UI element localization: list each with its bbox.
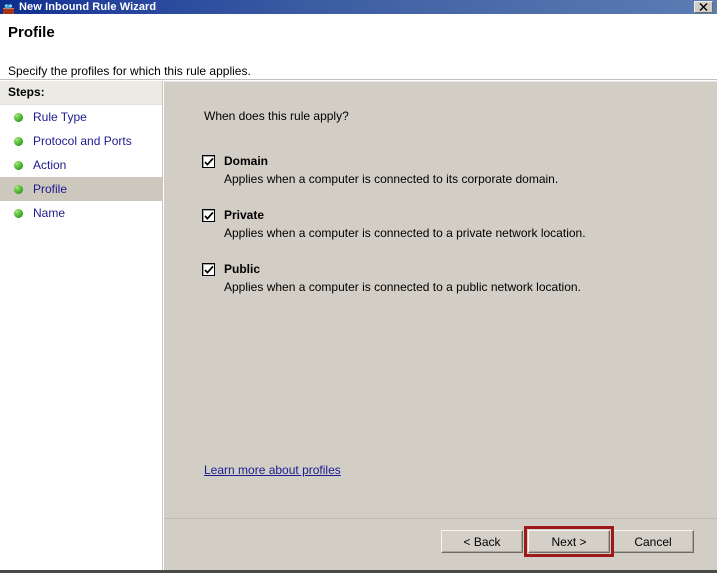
- new-inbound-rule-wizard-window: New Inbound Rule Wizard Profile Specify …: [0, 0, 717, 573]
- sidebar-item-profile[interactable]: Profile: [0, 177, 162, 201]
- profile-description: Applies when a computer is connected to …: [224, 172, 559, 186]
- profile-description: Applies when a computer is connected to …: [224, 280, 581, 294]
- step-bullet-icon: [14, 136, 23, 146]
- profile-name-label: Domain: [224, 154, 269, 168]
- profile-name-label: Private: [224, 208, 265, 222]
- sidebar-item-action[interactable]: Action: [0, 153, 162, 177]
- step-bullet-icon: [14, 160, 23, 170]
- domain-checkbox-row[interactable]: Domain: [202, 154, 672, 168]
- steps-heading: Steps:: [0, 81, 162, 105]
- sidebar-item-label: Protocol and Ports: [33, 134, 132, 148]
- profile-name-label: Public: [224, 262, 261, 276]
- back-button[interactable]: < Back: [441, 530, 523, 553]
- profile-row-domain: Domain Applies when a computer is connec…: [202, 154, 672, 186]
- button-bar-divider: [164, 518, 717, 519]
- window-title: New Inbound Rule Wizard: [19, 1, 157, 13]
- steps-heading-label: Steps:: [8, 85, 45, 99]
- learn-more-link[interactable]: Learn more about profiles: [204, 463, 341, 477]
- sidebar-item-label: Profile: [33, 182, 68, 196]
- profile-description: Applies when a computer is connected to …: [224, 226, 586, 240]
- steps-sidebar: Steps: Rule Type Protocol and Ports Acti…: [0, 81, 163, 570]
- checkbox-checked-icon[interactable]: [202, 208, 215, 222]
- step-bullet-icon: [14, 184, 23, 194]
- cancel-button[interactable]: Cancel: [612, 530, 694, 553]
- sidebar-item-label: Rule Type: [33, 110, 87, 124]
- profile-row-public: Public Applies when a computer is connec…: [202, 262, 672, 294]
- wizard-button-bar: < Back Next > Cancel: [164, 526, 717, 560]
- firewall-rule-icon: [3, 2, 14, 14]
- question-label: When does this rule apply?: [204, 109, 349, 123]
- close-icon[interactable]: [694, 1, 713, 13]
- step-bullet-icon: [14, 112, 23, 122]
- next-button[interactable]: Next >: [528, 530, 610, 553]
- sidebar-item-label: Name: [33, 206, 66, 220]
- sidebar-item-protocol-and-ports[interactable]: Protocol and Ports: [0, 129, 162, 153]
- sidebar-item-name[interactable]: Name: [0, 201, 162, 225]
- profile-checkbox-list: Domain Applies when a computer is connec…: [202, 154, 672, 316]
- step-bullet-icon: [14, 208, 23, 218]
- sidebar-item-label: Action: [33, 158, 67, 172]
- checkbox-checked-icon[interactable]: [202, 154, 215, 168]
- wizard-main-panel: When does this rule apply? Domain Applie…: [164, 81, 717, 570]
- sidebar-item-rule-type[interactable]: Rule Type: [0, 105, 162, 129]
- page-title: Profile: [8, 24, 55, 41]
- public-checkbox-row[interactable]: Public: [202, 262, 672, 276]
- profile-row-private: Private Applies when a computer is conne…: [202, 208, 672, 240]
- window-titlebar: New Inbound Rule Wizard: [0, 0, 717, 14]
- checkbox-checked-icon[interactable]: [202, 262, 215, 276]
- wizard-header: Profile Specify the profiles for which t…: [0, 14, 717, 80]
- page-subtitle: Specify the profiles for which this rule…: [8, 64, 251, 78]
- private-checkbox-row[interactable]: Private: [202, 208, 672, 222]
